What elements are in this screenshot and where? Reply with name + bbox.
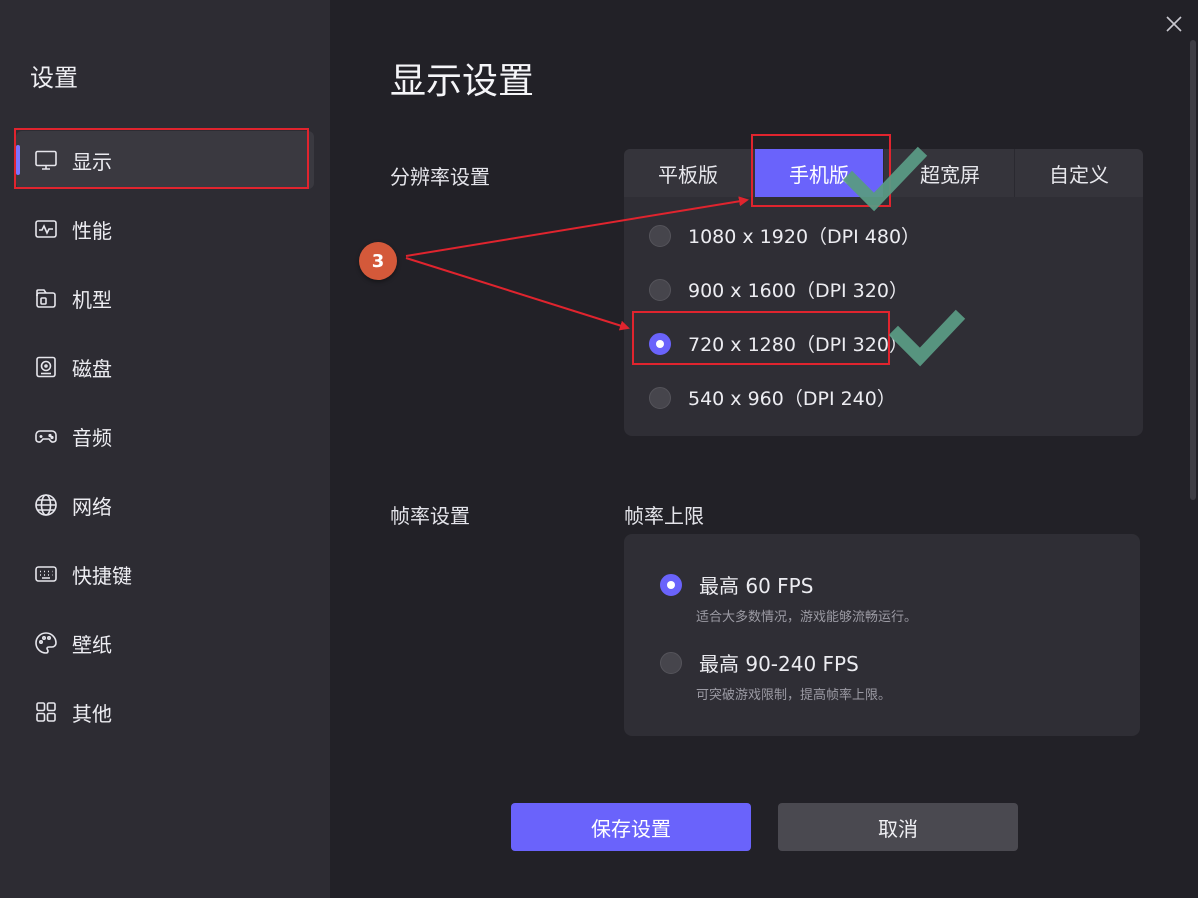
performance-icon	[34, 217, 58, 241]
tab-ultrawide[interactable]: 超宽屏	[886, 149, 1015, 197]
sidebar-item-disk[interactable]: 磁盘	[16, 338, 314, 396]
sidebar-item-label: 壁纸	[72, 633, 112, 657]
resolution-option[interactable]: 1080 x 1920（DPI 480）	[649, 222, 920, 249]
close-icon	[1166, 16, 1182, 32]
radio-button[interactable]	[660, 651, 682, 674]
tab-tablet[interactable]: 平板版	[624, 149, 753, 197]
framerate-section-label: 帧率设置	[390, 504, 470, 528]
resolution-option[interactable]: 900 x 1600（DPI 320）	[649, 276, 908, 303]
framerate-sub-label: 帧率上限	[624, 504, 704, 528]
gamepad-icon	[34, 424, 58, 448]
sidebar-item-label: 性能	[72, 219, 112, 243]
sidebar-item-device-model[interactable]: 机型	[16, 269, 314, 327]
annotation-arrow	[405, 257, 630, 331]
step-number-badge: 3	[359, 242, 397, 280]
globe-icon	[34, 493, 58, 517]
tab-custom[interactable]: 自定义	[1015, 149, 1143, 197]
radio-button[interactable]	[649, 278, 671, 301]
close-button[interactable]	[1162, 12, 1186, 36]
radio-button[interactable]	[649, 386, 671, 409]
fps-option-description: 适合大多数情况，游戏能够流畅运行。	[696, 610, 918, 625]
sidebar-item-performance[interactable]: 性能	[16, 200, 314, 258]
sidebar-item-audio[interactable]: 音频	[16, 407, 314, 465]
grid-icon	[34, 700, 58, 724]
sidebar-item-label: 快捷键	[72, 564, 132, 588]
framerate-options-panel: 最高 60 FPS 适合大多数情况，游戏能够流畅运行。 最高 90-240 FP…	[624, 534, 1140, 736]
sidebar-item-label: 音频	[72, 426, 112, 450]
page-title: 显示设置	[390, 61, 535, 102]
sidebar-title: 设置	[30, 64, 78, 92]
resolution-section-label: 分辨率设置	[390, 165, 490, 189]
radio-button[interactable]	[649, 224, 671, 247]
sidebar-item-label: 网络	[72, 495, 112, 519]
save-button[interactable]: 保存设置	[511, 803, 751, 851]
keyboard-icon	[34, 562, 58, 586]
fps-option-selected[interactable]: 最高 60 FPS	[660, 570, 813, 599]
radio-button-checked[interactable]	[660, 573, 682, 596]
annotation-highlight-display	[14, 128, 309, 189]
disk-icon	[34, 355, 58, 379]
sidebar-item-other[interactable]: 其他	[16, 683, 314, 741]
sidebar-item-label: 机型	[72, 288, 112, 312]
annotation-highlight-720	[632, 311, 890, 365]
sidebar-item-label: 磁盘	[72, 357, 112, 381]
sidebar-item-shortcuts[interactable]: 快捷键	[16, 545, 314, 603]
sidebar-item-network[interactable]: 网络	[16, 476, 314, 534]
sidebar-item-wallpaper[interactable]: 壁纸	[16, 614, 314, 672]
fps-option[interactable]: 最高 90-240 FPS	[660, 648, 859, 677]
sidebar-item-label: 其他	[72, 702, 112, 726]
device-model-icon	[34, 286, 58, 310]
fps-option-description: 可突破游戏限制，提高帧率上限。	[696, 688, 892, 703]
scrollbar[interactable]	[1190, 40, 1196, 500]
palette-icon	[34, 631, 58, 655]
resolution-option[interactable]: 540 x 960（DPI 240）	[649, 384, 896, 411]
annotation-highlight-phone-tab	[751, 134, 891, 207]
cancel-button[interactable]: 取消	[778, 803, 1018, 851]
